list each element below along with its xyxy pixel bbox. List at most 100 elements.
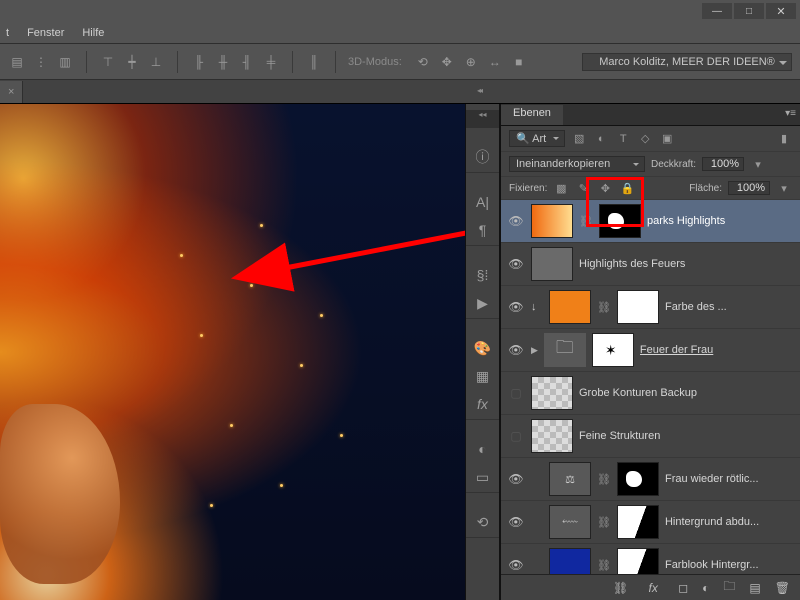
3d-pan-icon[interactable]: ⊕ xyxy=(462,53,480,71)
add-mask-icon[interactable]: ◻ xyxy=(678,581,688,595)
new-group-icon[interactable]: 🗀 xyxy=(723,577,735,598)
menu-item-hilfe[interactable]: Hilfe xyxy=(82,27,104,39)
visibility-icon[interactable]: 👁 xyxy=(507,214,525,228)
window-maximize[interactable]: □ xyxy=(734,3,764,19)
color-panel-icon[interactable]: ▦ xyxy=(472,367,494,385)
window-minimize[interactable]: — xyxy=(702,3,732,19)
folder-icon[interactable]: 🗀 xyxy=(544,333,586,367)
distribute-spacing-icon[interactable]: ║ xyxy=(305,53,323,71)
layer-thumb[interactable] xyxy=(531,247,573,281)
filter-adjust-icon[interactable]: ◐ xyxy=(593,132,609,146)
3d-slide-icon[interactable]: ↔ xyxy=(486,53,504,71)
3d-roll-icon[interactable]: ✥ xyxy=(438,53,456,71)
link-icon[interactable]: ⛓ xyxy=(597,473,611,486)
opacity-value[interactable]: 100% xyxy=(702,157,744,171)
close-tab-icon[interactable]: × xyxy=(8,86,14,98)
layer-row[interactable]: 👁 ⚖ ⛓ Frau wieder rötlic... xyxy=(501,458,800,501)
visibility-icon[interactable]: 👁 xyxy=(507,343,525,357)
filter-toggle[interactable]: ▮ xyxy=(776,132,792,146)
link-icon[interactable]: ⛓ xyxy=(597,301,611,314)
layer-name[interactable]: Feuer der Frau xyxy=(640,344,794,356)
lock-transparency-icon[interactable]: ▩ xyxy=(553,181,569,195)
align-left-icon[interactable]: ▤ xyxy=(8,53,26,71)
layer-thumb[interactable] xyxy=(531,376,573,410)
fill-swatch[interactable] xyxy=(549,290,591,324)
paragraph-panel-icon[interactable]: ¶ xyxy=(472,221,494,239)
visibility-icon[interactable]: ▢ xyxy=(507,386,525,400)
visibility-icon[interactable]: 👁 xyxy=(507,472,525,486)
link-icon[interactable]: ⛓ xyxy=(597,516,611,529)
filter-pixel-icon[interactable]: ▧ xyxy=(571,132,587,146)
filter-shape-icon[interactable]: ◇ xyxy=(637,132,653,146)
new-layer-icon[interactable]: ▤ xyxy=(749,581,760,595)
3d-orbit-icon[interactable]: ⟲ xyxy=(414,53,432,71)
3d-scale-icon[interactable]: ■ xyxy=(510,53,528,71)
link-layers-icon[interactable]: ⛓ xyxy=(613,581,628,595)
layer-name[interactable]: Highlights des Feuers xyxy=(579,258,794,270)
swatches-panel-icon[interactable]: 🎨 xyxy=(472,339,494,357)
layer-mask-thumb[interactable] xyxy=(617,290,659,324)
layer-name[interactable]: Hintergrund abdu... xyxy=(665,516,794,528)
layer-name[interactable]: Grobe Konturen Backup xyxy=(579,387,794,399)
blend-mode-select[interactable]: Ineinanderkopieren xyxy=(509,156,645,172)
adjustment-icon[interactable]: ⬳ xyxy=(549,505,591,539)
layer-row[interactable]: 👁 ▶ 🗀 ✶ Feuer der Frau xyxy=(501,329,800,372)
align-center-h-icon[interactable]: ⋮ xyxy=(32,53,50,71)
fill-value[interactable]: 100% xyxy=(728,181,770,195)
adjustments-panel-icon[interactable]: ◐ xyxy=(472,440,494,458)
layer-mask-thumb[interactable]: ✶ xyxy=(592,333,634,367)
window-close[interactable]: ✕ xyxy=(766,3,796,19)
visibility-icon[interactable]: 👁 xyxy=(507,558,525,572)
layer-filter-kind[interactable]: 🔍 Art xyxy=(509,130,565,147)
layer-thumb[interactable] xyxy=(531,204,573,238)
layer-row[interactable]: ▢ Feine Strukturen xyxy=(501,415,800,458)
distribute-4-icon[interactable]: ╪ xyxy=(262,53,280,71)
layer-mask-thumb[interactable] xyxy=(617,548,659,574)
layer-name[interactable]: Frau wieder rötlic... xyxy=(665,473,794,485)
opacity-dropdown-icon[interactable]: ▾ xyxy=(750,157,766,171)
align-bottom-icon[interactable]: ⊥ xyxy=(147,53,165,71)
visibility-icon[interactable]: 👁 xyxy=(507,515,525,529)
layer-mask-thumb[interactable] xyxy=(617,505,659,539)
fill-swatch[interactable] xyxy=(549,548,591,574)
fill-dropdown-icon[interactable]: ▾ xyxy=(776,181,792,195)
visibility-icon[interactable]: 👁 xyxy=(507,300,525,314)
info-panel-icon[interactable]: ⓘ xyxy=(472,148,494,166)
distribute-h-icon[interactable]: ╟ xyxy=(190,53,208,71)
layer-name[interactable]: parks Highlights xyxy=(647,215,794,227)
canvas-area[interactable] xyxy=(0,104,466,600)
workspace-picker[interactable]: Marco Kolditz, MEER DER IDEEN® xyxy=(582,53,792,71)
adjustment-icon[interactable]: ⚖ xyxy=(549,462,591,496)
layer-row[interactable]: ▢ Grobe Konturen Backup xyxy=(501,372,800,415)
document-tab[interactable]: × xyxy=(0,81,23,103)
layer-mask-thumb[interactable] xyxy=(617,462,659,496)
panel-tab-ebenen[interactable]: Ebenen xyxy=(501,105,563,125)
layer-thumb[interactable] xyxy=(531,419,573,453)
panel-menu-icon[interactable]: ▾≡ xyxy=(785,108,796,119)
new-adjustment-icon[interactable]: ◐ xyxy=(702,581,709,595)
folder-disclosure-icon[interactable]: ▶ xyxy=(531,345,538,356)
history-panel-icon[interactable]: ⟲ xyxy=(472,513,494,531)
layer-row[interactable]: 👁 ⛓ Farblook Hintergr... xyxy=(501,544,800,574)
layer-row[interactable]: 👁 ⛓ parks Highlights xyxy=(501,200,800,243)
link-icon[interactable]: ⛓ xyxy=(597,559,611,572)
distribute-3-icon[interactable]: ╢ xyxy=(238,53,256,71)
visibility-icon[interactable]: ▢ xyxy=(507,429,525,443)
align-center-v-icon[interactable]: ┿ xyxy=(123,53,141,71)
layer-row[interactable]: 👁 ⬳ ⛓ Hintergrund abdu... xyxy=(501,501,800,544)
styles-panel-icon[interactable]: fx xyxy=(472,395,494,413)
delete-layer-icon[interactable]: 🗑 xyxy=(775,581,790,595)
layer-row[interactable]: 👁 Highlights des Feuers xyxy=(501,243,800,286)
filter-type-icon[interactable]: T xyxy=(615,132,631,146)
layer-name[interactable]: Feine Strukturen xyxy=(579,430,794,442)
visibility-icon[interactable]: 👁 xyxy=(507,257,525,271)
glyphs-panel-icon[interactable]: §⁞ xyxy=(472,266,494,284)
character-panel-icon[interactable]: A| xyxy=(472,193,494,211)
align-right-icon[interactable]: ▥ xyxy=(56,53,74,71)
fx-icon[interactable]: fx xyxy=(642,579,664,597)
distribute-v-icon[interactable]: ╫ xyxy=(214,53,232,71)
layer-name[interactable]: Farbe des ... xyxy=(665,301,794,313)
actions-panel-icon[interactable]: ▶ xyxy=(472,294,494,312)
align-top-icon[interactable]: ⊤ xyxy=(99,53,117,71)
menu-item-fenster[interactable]: Fenster xyxy=(27,27,64,39)
